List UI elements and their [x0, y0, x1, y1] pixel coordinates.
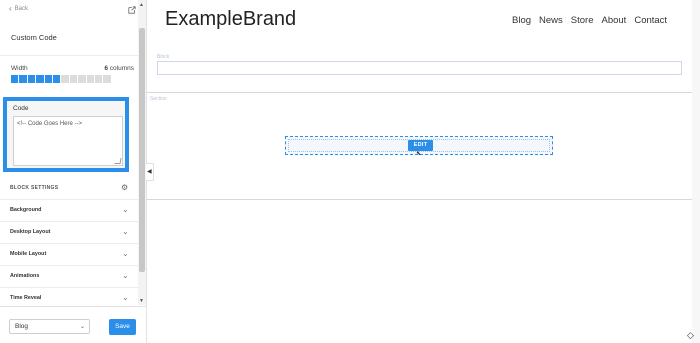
- diamond-tool-icon[interactable]: ◇: [687, 330, 694, 341]
- chevron-down-icon: ⌄: [122, 249, 129, 258]
- nav-item-contact[interactable]: Contact: [634, 15, 667, 26]
- code-text: <!-- Code Goes Here -->: [17, 121, 83, 127]
- width-label: Width: [11, 65, 28, 72]
- panel-header: ‹ Back Custom Code: [0, 0, 138, 54]
- width-column-cell[interactable]: [52, 75, 61, 83]
- canvas-scrollbar[interactable]: [692, 0, 700, 343]
- settings-panel: ‹ Back Custom Code Width 6 columns Code …: [0, 0, 147, 343]
- gear-icon[interactable]: ⚙: [121, 183, 128, 192]
- width-count: 6 columns: [104, 65, 134, 72]
- empty-block[interactable]: [157, 61, 682, 75]
- accordion-label: Mobile Layout: [10, 251, 47, 257]
- site-nav: Blog News Store About Contact: [512, 15, 667, 26]
- section-label: Section: [150, 96, 167, 102]
- panel-footer: Blog ⌄ Save: [0, 306, 146, 343]
- accordion-desktop-layout[interactable]: Desktop Layout ⌄: [0, 221, 138, 244]
- width-column-cell[interactable]: [86, 75, 94, 83]
- width-count-number: 6: [104, 65, 108, 72]
- chevron-down-icon: ⌄: [122, 271, 129, 280]
- scroll-down-icon[interactable]: ▼: [139, 298, 144, 304]
- width-column-cell[interactable]: [69, 75, 78, 83]
- back-link[interactable]: ‹ Back: [9, 5, 28, 13]
- code-field-group: Code <!-- Code Goes Here -->: [3, 97, 129, 172]
- page-select-value: Blog: [15, 323, 29, 330]
- nav-item-about[interactable]: About: [602, 15, 627, 26]
- width-column-cell[interactable]: [44, 75, 52, 83]
- code-textarea[interactable]: <!-- Code Goes Here -->: [13, 116, 123, 166]
- nav-item-blog[interactable]: Blog: [512, 15, 531, 26]
- nav-item-store[interactable]: Store: [571, 15, 594, 26]
- resize-handle-icon[interactable]: [114, 158, 122, 164]
- chevron-left-icon: ‹: [9, 4, 12, 13]
- pointer-cursor-icon: ⬉: [416, 151, 422, 157]
- width-column-cell[interactable]: [27, 75, 36, 83]
- width-column-cell[interactable]: [11, 75, 19, 83]
- width-column-cell[interactable]: [78, 75, 86, 83]
- chevron-down-icon: ⌄: [122, 205, 129, 214]
- block-settings-heading: BLOCK SETTINGS: [10, 185, 59, 191]
- panel-title: Custom Code: [11, 33, 57, 42]
- accordion-label: Desktop Layout: [10, 229, 51, 235]
- chevron-down-icon: ⌄: [79, 324, 85, 330]
- accordion-background[interactable]: Background ⌄: [0, 199, 138, 222]
- accordion-label: Time Reveal: [10, 295, 42, 301]
- width-column-cell[interactable]: [36, 75, 44, 83]
- nav-item-news[interactable]: News: [539, 15, 563, 26]
- divider: [0, 55, 138, 56]
- accordion-animations[interactable]: Animations ⌄: [0, 265, 138, 288]
- panel-scrollbar-thumb[interactable]: [139, 28, 145, 272]
- code-label: Code: [13, 105, 29, 112]
- width-column-cell[interactable]: [61, 75, 69, 83]
- accordion-mobile-layout[interactable]: Mobile Layout ⌄: [0, 243, 138, 266]
- back-label: Back: [14, 6, 29, 12]
- chevron-down-icon: ⌄: [122, 227, 129, 236]
- width-count-unit: columns: [109, 65, 134, 72]
- block-label: Block: [157, 54, 170, 60]
- accordion-label: Background: [10, 207, 42, 213]
- save-button[interactable]: Save: [109, 319, 136, 335]
- external-link-icon[interactable]: [128, 6, 136, 14]
- width-column-cell[interactable]: [19, 75, 27, 83]
- scroll-up-icon[interactable]: ▲: [139, 2, 144, 8]
- width-column-cell[interactable]: [103, 75, 111, 83]
- accordion-label: Animations: [10, 273, 40, 279]
- width-column-selector[interactable]: [11, 75, 111, 83]
- page-select[interactable]: Blog ⌄: [9, 319, 90, 334]
- site-brand[interactable]: ExampleBrand: [165, 8, 296, 31]
- width-column-cell[interactable]: [94, 75, 103, 83]
- chevron-down-icon: ⌄: [122, 293, 129, 302]
